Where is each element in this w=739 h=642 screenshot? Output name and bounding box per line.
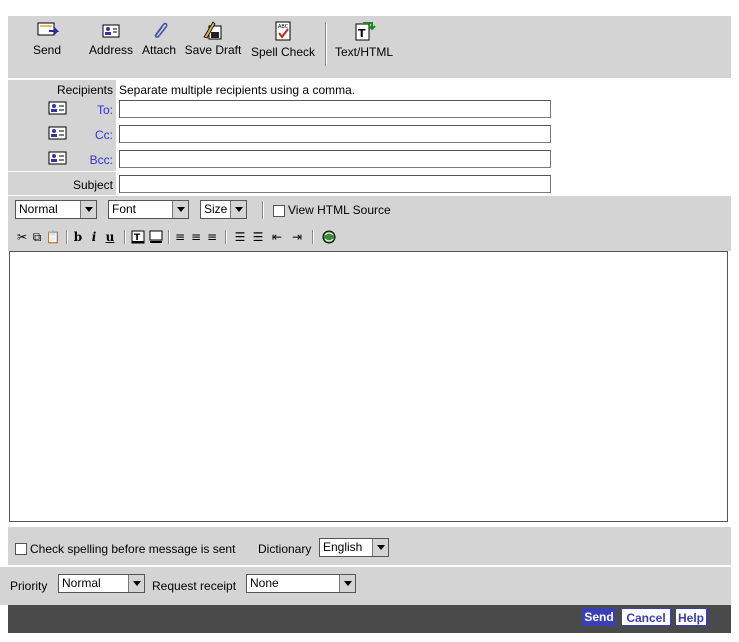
font-value: Font: [112, 202, 137, 216]
check-spelling-checkbox[interactable]: [15, 543, 27, 555]
dictionary-label: Dictionary: [258, 542, 312, 556]
background-color-icon[interactable]: [149, 229, 163, 245]
chevron-down-icon: [128, 575, 144, 592]
size-value: Size: [204, 202, 228, 216]
priority-value: Normal: [62, 576, 101, 590]
address-book-icon: [102, 24, 120, 38]
view-html-source-label: View HTML Source: [288, 203, 391, 217]
subject-label: Subject: [72, 178, 113, 192]
recipients-hint: Separate multiple recipients using a com…: [119, 83, 356, 97]
insert-link-icon[interactable]: [321, 229, 337, 245]
bcc-field[interactable]: [119, 150, 551, 168]
spell-check-toolbar-button[interactable]: ABC Spell Check: [249, 20, 317, 66]
chevron-down-icon: [80, 201, 96, 218]
paragraph-style-value: Normal: [19, 202, 58, 216]
outdent-icon[interactable]: ⇤: [269, 229, 285, 245]
save-draft-toolbar-label: Save Draft: [184, 43, 242, 57]
cc-label: Cc:: [95, 128, 113, 142]
request-receipt-select[interactable]: None: [246, 574, 356, 593]
chevron-down-icon: [339, 575, 355, 592]
dictionary-value: English: [323, 540, 363, 554]
priority-select[interactable]: Normal: [58, 574, 145, 593]
ordered-list-icon[interactable]: ☰: [232, 229, 248, 245]
send-toolbar-button[interactable]: Send: [28, 20, 66, 66]
view-html-source-checkbox[interactable]: [273, 205, 285, 217]
address-toolbar-button[interactable]: Address: [86, 20, 136, 66]
dictionary-select[interactable]: English: [319, 538, 389, 557]
send-button[interactable]: Send: [582, 608, 616, 626]
cancel-button[interactable]: Cancel: [621, 608, 671, 626]
text-color-icon[interactable]: T: [131, 229, 145, 245]
check-spelling-label: Check spelling before message is sent: [30, 542, 236, 556]
chevron-down-icon: [172, 201, 188, 218]
text-html-icon: T: [355, 22, 376, 41]
chevron-down-icon: [230, 201, 246, 218]
cc-address-book-icon[interactable]: [48, 126, 68, 140]
copy-icon[interactable]: ⧉: [30, 229, 44, 245]
align-right-icon[interactable]: ≡: [205, 229, 219, 245]
paste-icon[interactable]: 📋: [46, 229, 61, 245]
toolbar-separator: [325, 22, 327, 66]
request-receipt-value: None: [250, 576, 279, 590]
format-separator: [66, 230, 68, 244]
indent-icon[interactable]: ⇥: [289, 229, 305, 245]
format-separator: [124, 230, 126, 244]
recipients-label: Recipients: [56, 83, 113, 97]
spell-check-toolbar-label: Spell Check: [250, 45, 316, 59]
font-select[interactable]: Font: [108, 200, 189, 219]
size-select[interactable]: Size: [200, 200, 247, 219]
bold-icon[interactable]: b: [72, 229, 84, 245]
text-html-toolbar-label: Text/HTML: [334, 45, 393, 59]
format-separator: [225, 230, 227, 244]
paragraph-style-select[interactable]: Normal: [15, 200, 97, 219]
spell-check-icon: ABC: [275, 21, 291, 41]
to-field[interactable]: [119, 100, 551, 118]
save-draft-icon: [203, 21, 222, 40]
bcc-address-book-icon[interactable]: [48, 151, 68, 165]
attach-toolbar-button[interactable]: Attach: [140, 20, 178, 66]
chevron-down-icon: [372, 539, 388, 556]
paperclip-icon: [154, 22, 168, 38]
priority-label: Priority: [10, 579, 48, 593]
help-button[interactable]: Help: [675, 608, 707, 626]
request-receipt-label: Request receipt: [152, 579, 237, 593]
attach-toolbar-label: Attach: [141, 43, 177, 57]
subject-field[interactable]: [119, 175, 551, 193]
cut-icon[interactable]: ✂: [15, 229, 29, 245]
align-center-icon[interactable]: ≡: [189, 229, 203, 245]
send-toolbar-label: Send: [32, 43, 62, 57]
italic-icon[interactable]: i: [88, 229, 100, 245]
bcc-label: Bcc:: [89, 153, 113, 167]
message-body[interactable]: [9, 251, 728, 522]
address-toolbar-label: Address: [88, 43, 134, 57]
format-separator: [312, 230, 314, 244]
text-html-toolbar-button[interactable]: T Text/HTML: [333, 20, 395, 66]
send-icon: [37, 22, 59, 36]
unordered-list-icon[interactable]: ☰: [250, 229, 266, 245]
format-separator: [262, 201, 264, 219]
cc-field[interactable]: [119, 125, 551, 143]
align-left-icon[interactable]: ≡: [173, 229, 187, 245]
format-separator: [168, 230, 170, 244]
underline-icon[interactable]: u: [104, 229, 116, 245]
to-label: To:: [96, 103, 113, 117]
save-draft-toolbar-button[interactable]: Save Draft: [183, 20, 243, 66]
header-divider: [8, 171, 116, 172]
svg-text:T: T: [358, 27, 366, 40]
to-address-book-icon[interactable]: [48, 101, 68, 115]
